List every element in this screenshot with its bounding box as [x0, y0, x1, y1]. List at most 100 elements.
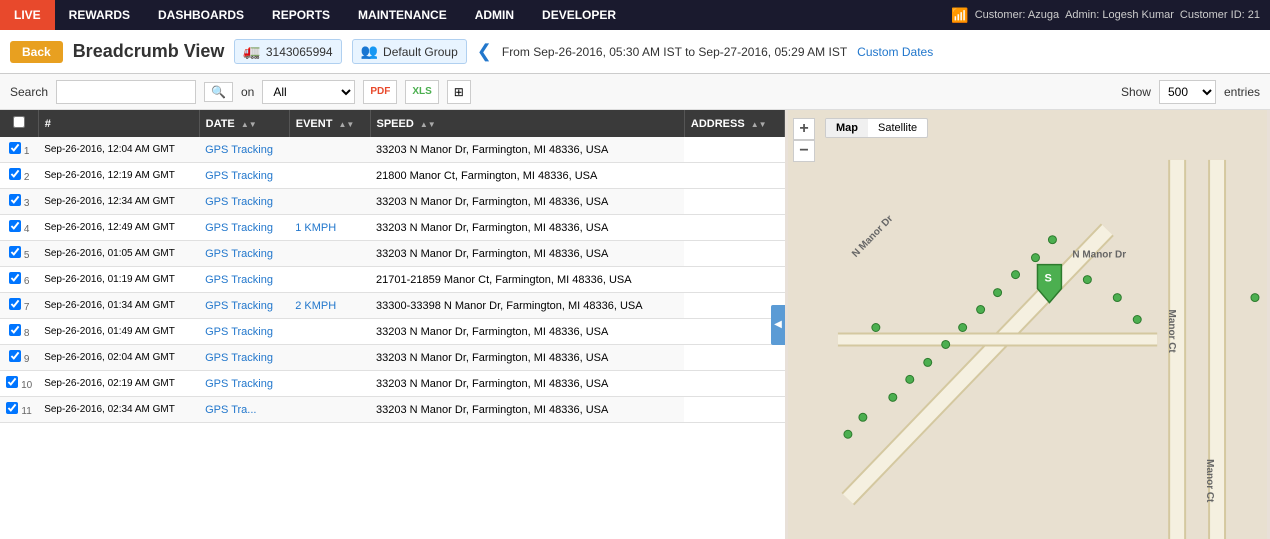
row-checkbox[interactable] [9, 298, 21, 310]
event-sort-icon: ▲▼ [338, 120, 354, 129]
date-sort-icon: ▲▼ [241, 120, 257, 129]
row-checkbox-cell: 9 [0, 345, 38, 371]
row-checkbox[interactable] [9, 246, 21, 258]
row-checkbox-cell: 10 [0, 371, 38, 397]
header-date-col[interactable]: DATE ▲▼ [199, 110, 289, 137]
row-checkbox-cell: 11 [0, 397, 38, 423]
nav-developer[interactable]: DEVELOPER [528, 0, 630, 30]
row-event: GPS Tracking [199, 293, 289, 319]
header-num-col: # [38, 110, 199, 137]
row-checkbox[interactable] [6, 402, 18, 414]
date-nav-left[interactable]: ❮ [477, 41, 492, 62]
row-address: 33203 N Manor Dr, Farmington, MI 48336, … [370, 345, 684, 371]
row-date: Sep-26-2016, 12:49 AM GMT [38, 215, 199, 241]
row-date: Sep-26-2016, 12:04 AM GMT [38, 137, 199, 163]
row-speed [289, 397, 370, 423]
show-count-select[interactable]: 500 100 250 1000 [1159, 80, 1216, 104]
row-checkbox[interactable] [9, 350, 21, 362]
row-checkbox[interactable] [9, 142, 21, 154]
entries-label: entries [1224, 85, 1260, 99]
map-type-map[interactable]: Map [826, 119, 868, 137]
nav-dashboards[interactable]: DASHBOARDS [144, 0, 258, 30]
table-row: 7 Sep-26-2016, 01:34 AM GMT GPS Tracking… [0, 293, 785, 319]
row-date: Sep-26-2016, 12:34 AM GMT [38, 189, 199, 215]
row-number: 5 [24, 250, 30, 261]
row-checkbox-cell: 4 [0, 215, 38, 241]
vehicle-info: 🚛 3143065994 [234, 39, 341, 64]
zoom-out-button[interactable]: − [793, 140, 815, 162]
pdf-export-button[interactable]: PDF [363, 80, 397, 104]
table-row: 11 Sep-26-2016, 02:34 AM GMT GPS Tra... … [0, 397, 785, 423]
row-address: 21701-21859 Manor Ct, Farmington, MI 483… [370, 267, 684, 293]
vehicle-number: 3143065994 [266, 45, 333, 59]
zoom-in-button[interactable]: + [793, 118, 815, 140]
nav-user-info: 📶 Customer: Azuga Admin: Logesh Kumar Cu… [951, 7, 1270, 24]
row-event: GPS Tracking [199, 345, 289, 371]
map-type-buttons: Map Satellite [825, 118, 928, 138]
row-event: GPS Tracking [199, 241, 289, 267]
row-number: 7 [24, 302, 30, 313]
row-date: Sep-26-2016, 01:19 AM GMT [38, 267, 199, 293]
row-checkbox-cell: 1 [0, 137, 38, 163]
custom-dates-link[interactable]: Custom Dates [857, 45, 933, 59]
wifi-icon: 📶 [951, 7, 968, 24]
row-checkbox[interactable] [9, 324, 21, 336]
group-info: 👥 Default Group [352, 39, 467, 64]
table-row: 9 Sep-26-2016, 02:04 AM GMT GPS Tracking… [0, 345, 785, 371]
select-all-checkbox[interactable] [13, 116, 25, 128]
xls-icon: XLS [412, 86, 431, 97]
column-chooser-button[interactable]: ⊞ [447, 80, 471, 104]
row-checkbox-cell: 3 [0, 189, 38, 215]
nav-admin[interactable]: ADMIN [461, 0, 528, 30]
row-speed [289, 137, 370, 163]
on-select[interactable]: All DATE EVENT SPEED ADDRESS [262, 80, 355, 104]
row-event: GPS Tracking [199, 189, 289, 215]
row-date: Sep-26-2016, 02:04 AM GMT [38, 345, 199, 371]
row-date: Sep-26-2016, 01:34 AM GMT [38, 293, 199, 319]
on-label: on [241, 85, 254, 99]
row-date: Sep-26-2016, 12:19 AM GMT [38, 163, 199, 189]
address-sort-icon: ▲▼ [751, 120, 767, 129]
row-date: Sep-26-2016, 01:49 AM GMT [38, 319, 199, 345]
page-title: Breadcrumb View [73, 41, 225, 62]
row-event: GPS Tracking [199, 163, 289, 189]
row-checkbox-cell: 7 [0, 293, 38, 319]
row-event: GPS Tracking [199, 215, 289, 241]
row-date: Sep-26-2016, 02:19 AM GMT [38, 371, 199, 397]
header-event-col[interactable]: EVENT ▲▼ [289, 110, 370, 137]
collapse-panel-button[interactable]: ◀ [771, 305, 785, 345]
nav-rewards[interactable]: REWARDS [55, 0, 144, 30]
nav-reports[interactable]: REPORTS [258, 0, 344, 30]
back-button[interactable]: Back [10, 41, 63, 63]
row-number: 3 [24, 198, 30, 209]
map-zoom-controls: + − [793, 118, 815, 162]
search-button[interactable]: 🔍 [204, 82, 233, 102]
map-svg: N Manor Dr N Manor Dr Manor Ct Manor Ct [785, 110, 1270, 539]
row-speed [289, 241, 370, 267]
row-checkbox[interactable] [9, 272, 21, 284]
row-speed [289, 189, 370, 215]
row-checkbox[interactable] [6, 376, 18, 388]
row-checkbox-cell: 8 [0, 319, 38, 345]
row-date: Sep-26-2016, 01:05 AM GMT [38, 241, 199, 267]
row-checkbox[interactable] [9, 194, 21, 206]
table-row: 4 Sep-26-2016, 12:49 AM GMT GPS Tracking… [0, 215, 785, 241]
table-row: 10 Sep-26-2016, 02:19 AM GMT GPS Trackin… [0, 371, 785, 397]
table-row: 1 Sep-26-2016, 12:04 AM GMT GPS Tracking… [0, 137, 785, 163]
xls-export-button[interactable]: XLS [405, 80, 438, 104]
row-checkbox[interactable] [9, 168, 21, 180]
row-number: 10 [21, 380, 32, 391]
row-address: 33203 N Manor Dr, Farmington, MI 48336, … [370, 397, 684, 423]
svg-text:Manor Ct: Manor Ct [1204, 459, 1215, 503]
row-event: GPS Tracking [199, 137, 289, 163]
search-input[interactable] [56, 80, 196, 104]
table-row: 5 Sep-26-2016, 01:05 AM GMT GPS Tracking… [0, 241, 785, 267]
row-checkbox[interactable] [9, 220, 21, 232]
nav-live[interactable]: LIVE [0, 0, 55, 30]
header-checkbox-col [0, 110, 38, 137]
header-address-col[interactable]: ADDRESS ▲▼ [684, 110, 784, 137]
map-type-satellite[interactable]: Satellite [868, 119, 927, 137]
header-speed-col[interactable]: SPEED ▲▼ [370, 110, 684, 137]
nav-maintenance[interactable]: MAINTENANCE [344, 0, 461, 30]
row-address: 33203 N Manor Dr, Farmington, MI 48336, … [370, 215, 684, 241]
